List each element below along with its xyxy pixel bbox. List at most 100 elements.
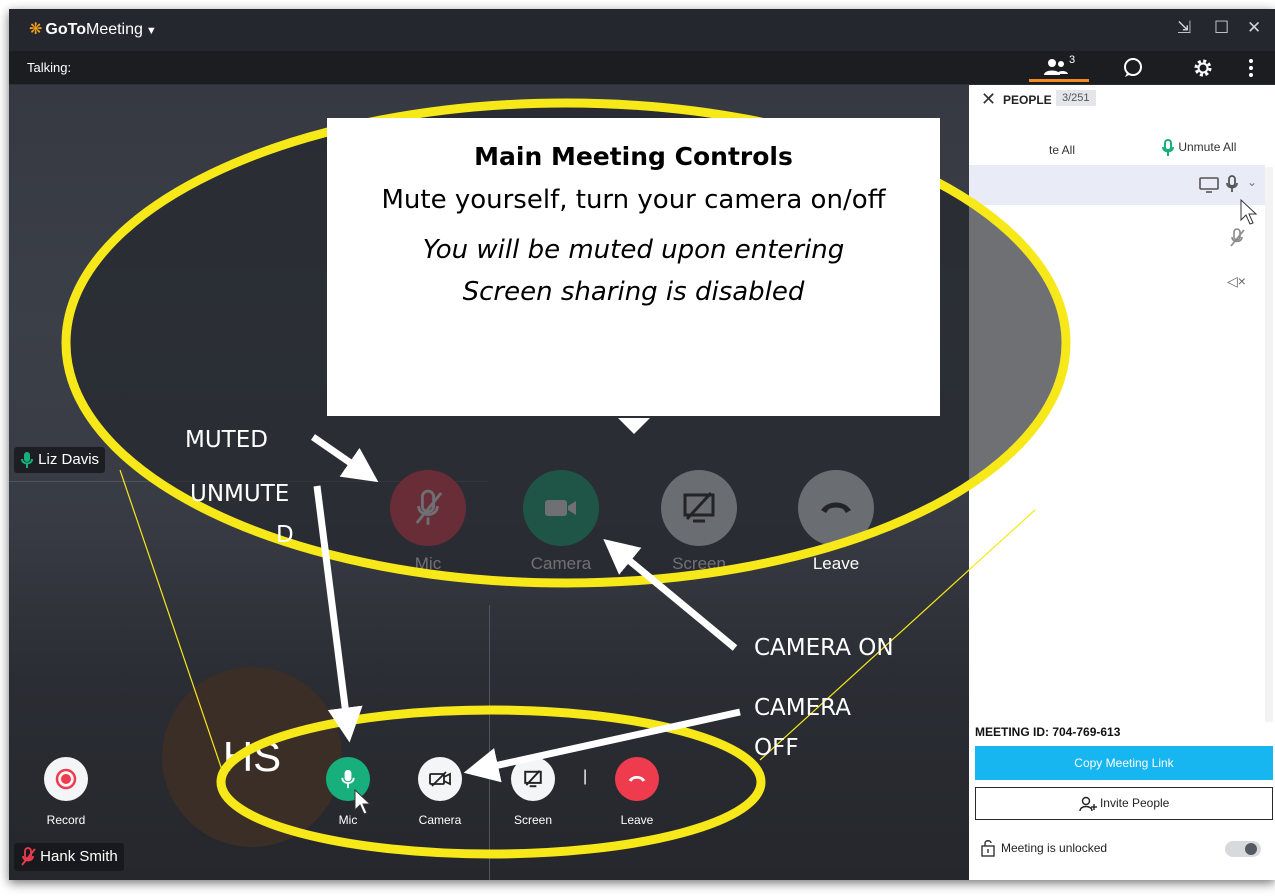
- restore-window-icon[interactable]: ⇲: [1177, 18, 1191, 38]
- unmuted-annotation-line1: UNMUTE: [190, 481, 290, 507]
- meeting-lock-row: Meeting is unlocked: [975, 833, 1273, 863]
- close-window-icon[interactable]: ✕: [1247, 18, 1261, 38]
- camera-off-icon: [429, 771, 451, 787]
- controls-separator: |: [583, 768, 588, 785]
- record-icon: [55, 768, 77, 790]
- mic-off-icon: [21, 847, 36, 866]
- copy-meeting-link-button[interactable]: Copy Meeting Link: [975, 746, 1273, 780]
- screen-circle: [511, 757, 555, 801]
- record-circle: [44, 757, 88, 801]
- camera-off-annotation-line1: CAMERA: [754, 695, 851, 721]
- caret-down-icon: ▼: [145, 25, 157, 37]
- camera-off-annotation-line2: OFF: [754, 735, 799, 761]
- mic-circle: [326, 757, 370, 801]
- talking-label: Talking:: [27, 60, 72, 75]
- zoom-camera-button[interactable]: Camera: [511, 470, 611, 574]
- mute-all-button[interactable]: te All: [1049, 143, 1075, 157]
- mic-icon: [341, 769, 355, 789]
- people-panel: ✕ PEOPLE 3/251 te All Unmute All ⌄ ◁× ME…: [969, 85, 1275, 880]
- mic-icon[interactable]: [1225, 175, 1239, 193]
- zoom-screen-circle: [661, 470, 737, 546]
- title-bar: ❋ GoToMeeting ▼ ⇲ ☐ ✕: [9, 9, 1275, 51]
- chevron-down-icon[interactable]: ⌄: [1247, 175, 1257, 189]
- speaker-muted-icon: ◁×: [1227, 273, 1246, 289]
- invite-people-label: Invite People: [1099, 796, 1170, 810]
- unmuted-annotation-line2: D: [276, 522, 294, 548]
- meeting-lock-toggle[interactable]: [1225, 841, 1261, 857]
- people-panel-count: 3/251: [1056, 90, 1096, 106]
- participant-row[interactable]: ⌄: [969, 165, 1265, 205]
- mic-off-icon: [415, 489, 443, 525]
- unmute-all-button[interactable]: Unmute All: [1161, 139, 1236, 157]
- zoom-mic-circle: [390, 470, 466, 546]
- callout-description: Mute yourself, turn your camera on/off: [381, 185, 886, 215]
- more-options-button[interactable]: [1241, 54, 1261, 82]
- kebab-menu-icon: [1249, 59, 1253, 77]
- zoom-mic-label: Mic: [414, 554, 442, 573]
- hang-up-icon: [628, 775, 646, 782]
- zoom-camera-circle: [523, 470, 599, 546]
- screen-share-off-icon: [683, 491, 715, 523]
- callout-muted-note: You will be muted upon entering: [422, 235, 845, 265]
- record-button[interactable]: Record: [28, 757, 104, 827]
- screen-button[interactable]: Screen: [495, 757, 571, 827]
- mic-button[interactable]: Mic: [310, 757, 386, 827]
- zoom-leave-button[interactable]: Leave: [786, 470, 886, 574]
- mic-label: Mic: [338, 813, 358, 827]
- lock-status-label: Meeting is unlocked: [1001, 841, 1108, 855]
- chat-button[interactable]: [1117, 54, 1149, 82]
- settings-button[interactable]: [1187, 54, 1219, 82]
- camera-circle: [418, 757, 462, 801]
- screen-share-icon: [1199, 177, 1219, 193]
- unmute-all-label: Unmute All: [1178, 140, 1237, 155]
- hank-name-tag: Hank Smith: [14, 843, 124, 871]
- meeting-id: MEETING ID: 704-769-613: [975, 725, 1121, 739]
- mic-off-icon[interactable]: [1229, 228, 1245, 248]
- muted-annotation: MUTED: [185, 427, 268, 453]
- main-controls-callout: Main Meeting Controls Mute yourself, tur…: [327, 118, 940, 416]
- callout-screen-note: Screen sharing is disabled: [462, 277, 805, 307]
- camera-button[interactable]: Camera: [402, 757, 478, 827]
- zoom-screen-button[interactable]: Screen: [649, 470, 749, 574]
- tile-divider: [489, 605, 490, 880]
- people-panel-header: ✕ PEOPLE 3/251: [969, 85, 1275, 115]
- talking-bar: Talking: 3: [9, 51, 1275, 85]
- app-title-rest: Meeting: [85, 21, 143, 38]
- add-person-icon: [1078, 796, 1097, 811]
- people-actions: te All Unmute All: [969, 133, 1275, 165]
- zoom-screen-label: Screen: [672, 554, 726, 573]
- people-count: 3: [1068, 54, 1076, 66]
- maximize-window-icon[interactable]: ☐: [1214, 18, 1229, 38]
- zoom-leave-circle: [798, 470, 874, 546]
- leave-circle: [615, 757, 659, 801]
- screen-label: Screen: [513, 813, 553, 827]
- gear-icon: [1194, 59, 1212, 77]
- app-menu-button[interactable]: ❋ GoToMeeting ▼: [29, 19, 157, 39]
- chat-icon: [1124, 58, 1142, 77]
- leave-button[interactable]: Leave: [599, 757, 675, 827]
- video-camera-icon: [545, 500, 576, 516]
- invite-people-button[interactable]: Invite People: [975, 787, 1273, 820]
- people-scrollbar[interactable]: [1265, 167, 1273, 722]
- mic-icon: [1162, 139, 1174, 156]
- hank-name: Hank Smith: [40, 847, 118, 865]
- liz-name-tag: Liz Davis: [14, 447, 106, 474]
- screen-share-off-icon: [524, 770, 542, 788]
- toggle-knob: [1245, 843, 1257, 855]
- leave-label: Leave: [620, 813, 654, 827]
- mic-icon: [21, 452, 33, 469]
- app-title-brand: GoTo: [45, 21, 86, 38]
- camera-on-annotation: CAMERA ON: [754, 635, 894, 661]
- camera-label: Camera: [418, 813, 462, 827]
- zoom-leave-label: Leave: [812, 554, 860, 573]
- zoom-camera-label: Camera: [530, 554, 592, 573]
- record-label: Record: [46, 813, 86, 827]
- hang-up-icon: [821, 502, 851, 513]
- gotomeeting-logo-icon: ❋: [29, 21, 43, 38]
- people-panel-title: PEOPLE: [1003, 93, 1052, 107]
- close-panel-icon[interactable]: ✕: [981, 89, 996, 110]
- zoom-mic-button[interactable]: Mic: [378, 470, 478, 574]
- liz-name: Liz Davis: [38, 451, 100, 468]
- people-tab-button[interactable]: 3: [1029, 54, 1089, 82]
- unlock-icon: [981, 840, 995, 857]
